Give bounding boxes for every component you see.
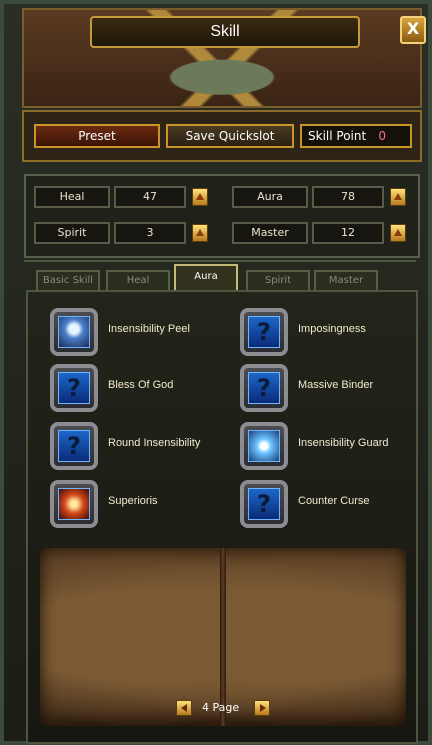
insensibility-guard-icon[interactable] bbox=[240, 422, 288, 470]
stat-value-spirit: 3 bbox=[114, 222, 186, 244]
stat-label-master: Master bbox=[232, 222, 308, 244]
skill-name: Massive Binder bbox=[298, 379, 374, 391]
next-page-button[interactable] bbox=[254, 700, 270, 716]
window-title: Skill bbox=[90, 16, 360, 48]
tab-basic-skill[interactable]: Basic Skill bbox=[36, 270, 100, 290]
skill-name: Imposingness bbox=[298, 323, 366, 335]
insensibility-peel-icon[interactable] bbox=[50, 308, 98, 356]
skill-item[interactable]: ? Massive Binder bbox=[240, 364, 428, 414]
stat-label-heal: Heal bbox=[34, 186, 110, 208]
skill-point-label: Skill Point bbox=[308, 129, 367, 143]
stat-value-heal: 47 bbox=[114, 186, 186, 208]
skill-item[interactable]: Insensibility Guard bbox=[240, 422, 428, 472]
question-mark-icon[interactable]: ? bbox=[240, 364, 288, 412]
save-quickslot-button[interactable]: Save Quickslot bbox=[166, 124, 294, 148]
superioris-icon[interactable] bbox=[50, 480, 98, 528]
skill-name: Superioris bbox=[108, 495, 158, 507]
preset-button[interactable]: Preset bbox=[34, 124, 160, 148]
skill-item[interactable]: ? Bless Of God bbox=[50, 364, 238, 414]
close-button[interactable]: X bbox=[400, 16, 426, 44]
skill-name: Insensibility Guard bbox=[298, 437, 389, 449]
page-indicator: 4 Page bbox=[202, 701, 240, 714]
skill-tabs: Basic Skill Heal Aura Spirit Master bbox=[24, 260, 416, 292]
skill-point-display: Skill Point 0 bbox=[300, 124, 412, 148]
stat-panel: Heal 47 Aura 78 Spirit 3 Master 12 bbox=[24, 174, 420, 258]
stat-label-spirit: Spirit bbox=[34, 222, 110, 244]
skill-name: Counter Curse bbox=[298, 495, 370, 507]
previous-page-button[interactable] bbox=[176, 700, 192, 716]
skill-window: Skill X Preset Save Quickslot Skill Poin… bbox=[0, 0, 432, 745]
pagination: 4 Page bbox=[176, 700, 286, 720]
skill-name: Round Insensibility bbox=[108, 437, 201, 449]
tab-heal[interactable]: Heal bbox=[106, 270, 170, 290]
question-mark-icon[interactable]: ? bbox=[240, 480, 288, 528]
tab-aura[interactable]: Aura bbox=[174, 264, 238, 290]
tab-master[interactable]: Master bbox=[314, 270, 378, 290]
question-mark-icon[interactable]: ? bbox=[50, 422, 98, 470]
tab-spirit[interactable]: Spirit bbox=[246, 270, 310, 290]
master-increase-button[interactable] bbox=[390, 224, 406, 242]
heal-increase-button[interactable] bbox=[192, 188, 208, 206]
skill-name: Bless Of God bbox=[108, 379, 174, 391]
skill-name: Insensibility Peel bbox=[108, 323, 190, 335]
stat-value-aura: 78 bbox=[312, 186, 384, 208]
spirit-increase-button[interactable] bbox=[192, 224, 208, 242]
skill-list-panel: Insensibility Peel ? Imposingness ? Bles… bbox=[26, 290, 418, 744]
skill-item[interactable]: ? Round Insensibility bbox=[50, 422, 238, 472]
question-mark-icon[interactable]: ? bbox=[50, 364, 98, 412]
stat-label-aura: Aura bbox=[232, 186, 308, 208]
aura-increase-button[interactable] bbox=[390, 188, 406, 206]
skill-item[interactable]: ? Imposingness bbox=[240, 308, 428, 358]
skill-item[interactable]: Superioris bbox=[50, 480, 238, 530]
question-mark-icon[interactable]: ? bbox=[240, 308, 288, 356]
toolbar: Preset Save Quickslot Skill Point 0 bbox=[22, 110, 422, 162]
skill-point-value: 0 bbox=[378, 129, 386, 143]
stat-value-master: 12 bbox=[312, 222, 384, 244]
skill-item[interactable]: ? Counter Curse bbox=[240, 480, 428, 530]
skill-item[interactable]: Insensibility Peel bbox=[50, 308, 238, 358]
